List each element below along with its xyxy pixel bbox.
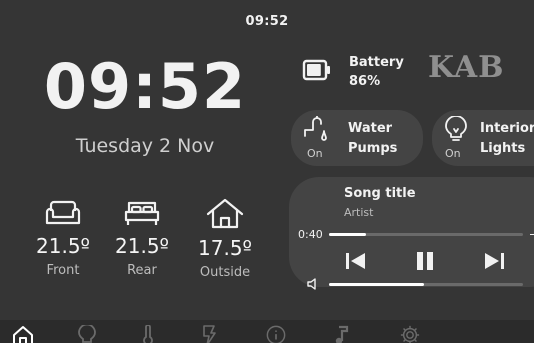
temperature-outside[interactable]: 17.5º Outside — [190, 198, 260, 280]
progress-slider[interactable] — [329, 233, 523, 236]
temperature-label: Rear — [127, 263, 157, 278]
bottom-navigation — [0, 320, 534, 343]
song-title: Song title — [344, 186, 416, 201]
bed-icon — [124, 201, 160, 225]
house-icon — [206, 198, 244, 229]
interior-lights-toggle[interactable]: On Interior Lights — [432, 110, 534, 166]
date-display: Tuesday 2 Nov — [75, 135, 215, 157]
temperature-front[interactable]: 21.5º Front — [28, 198, 98, 278]
temperature-value: 21.5º — [36, 234, 90, 258]
info-icon[interactable] — [265, 325, 287, 343]
volume-fill — [329, 283, 425, 286]
volume-slider[interactable] — [329, 283, 523, 286]
progress-fill — [329, 233, 366, 236]
temperature-value: 21.5º — [115, 234, 169, 258]
song-artist: Artist — [344, 206, 374, 219]
next-track-icon[interactable] — [483, 251, 505, 271]
sofa-icon — [45, 200, 81, 225]
pause-icon[interactable] — [415, 251, 435, 271]
power-icon[interactable] — [201, 325, 217, 343]
brand-logo: KAB — [428, 50, 534, 86]
main-clock: 09:52 — [43, 50, 247, 123]
battery-label: Battery — [349, 55, 404, 70]
water-tap-icon — [304, 116, 327, 141]
previous-track-icon[interactable] — [345, 251, 367, 271]
lightbulb-icon[interactable] — [78, 325, 96, 343]
status-bar-time: 09:52 — [245, 14, 289, 29]
track-position: 0:40 — [298, 228, 323, 241]
temperature-value: 17.5º — [198, 236, 252, 260]
media-player: Song title Artist 0:40 — [289, 177, 534, 290]
settings-gear-icon[interactable] — [399, 325, 421, 343]
toggle-label: Water Pumps — [348, 121, 398, 156]
battery-indicator — [302, 58, 332, 86]
lightbulb-icon — [445, 116, 467, 141]
speaker-icon — [307, 278, 316, 290]
progress-end-marker — [530, 234, 534, 235]
battery-icon — [302, 59, 330, 81]
temperature-rear[interactable]: 21.5º Rear — [107, 198, 177, 278]
battery-percent: 86% — [349, 74, 381, 89]
temperature-label: Outside — [199, 265, 251, 280]
toggle-state: On — [445, 147, 461, 160]
dashboard-screen: 09:52 09:52 Tuesday 2 Nov 21.5º Front 21… — [0, 0, 534, 343]
music-note-icon[interactable] — [333, 325, 349, 343]
home-icon[interactable] — [12, 325, 34, 343]
thermometer-icon[interactable] — [141, 325, 155, 343]
svg-text:KAB: KAB — [428, 52, 505, 82]
temperature-label: Front — [46, 263, 80, 278]
toggle-label: Interior Lights — [480, 121, 534, 156]
toggle-state: On — [307, 147, 323, 160]
battery-text: Battery 86% — [349, 53, 404, 91]
water-pumps-toggle[interactable]: On Water Pumps — [291, 110, 423, 166]
